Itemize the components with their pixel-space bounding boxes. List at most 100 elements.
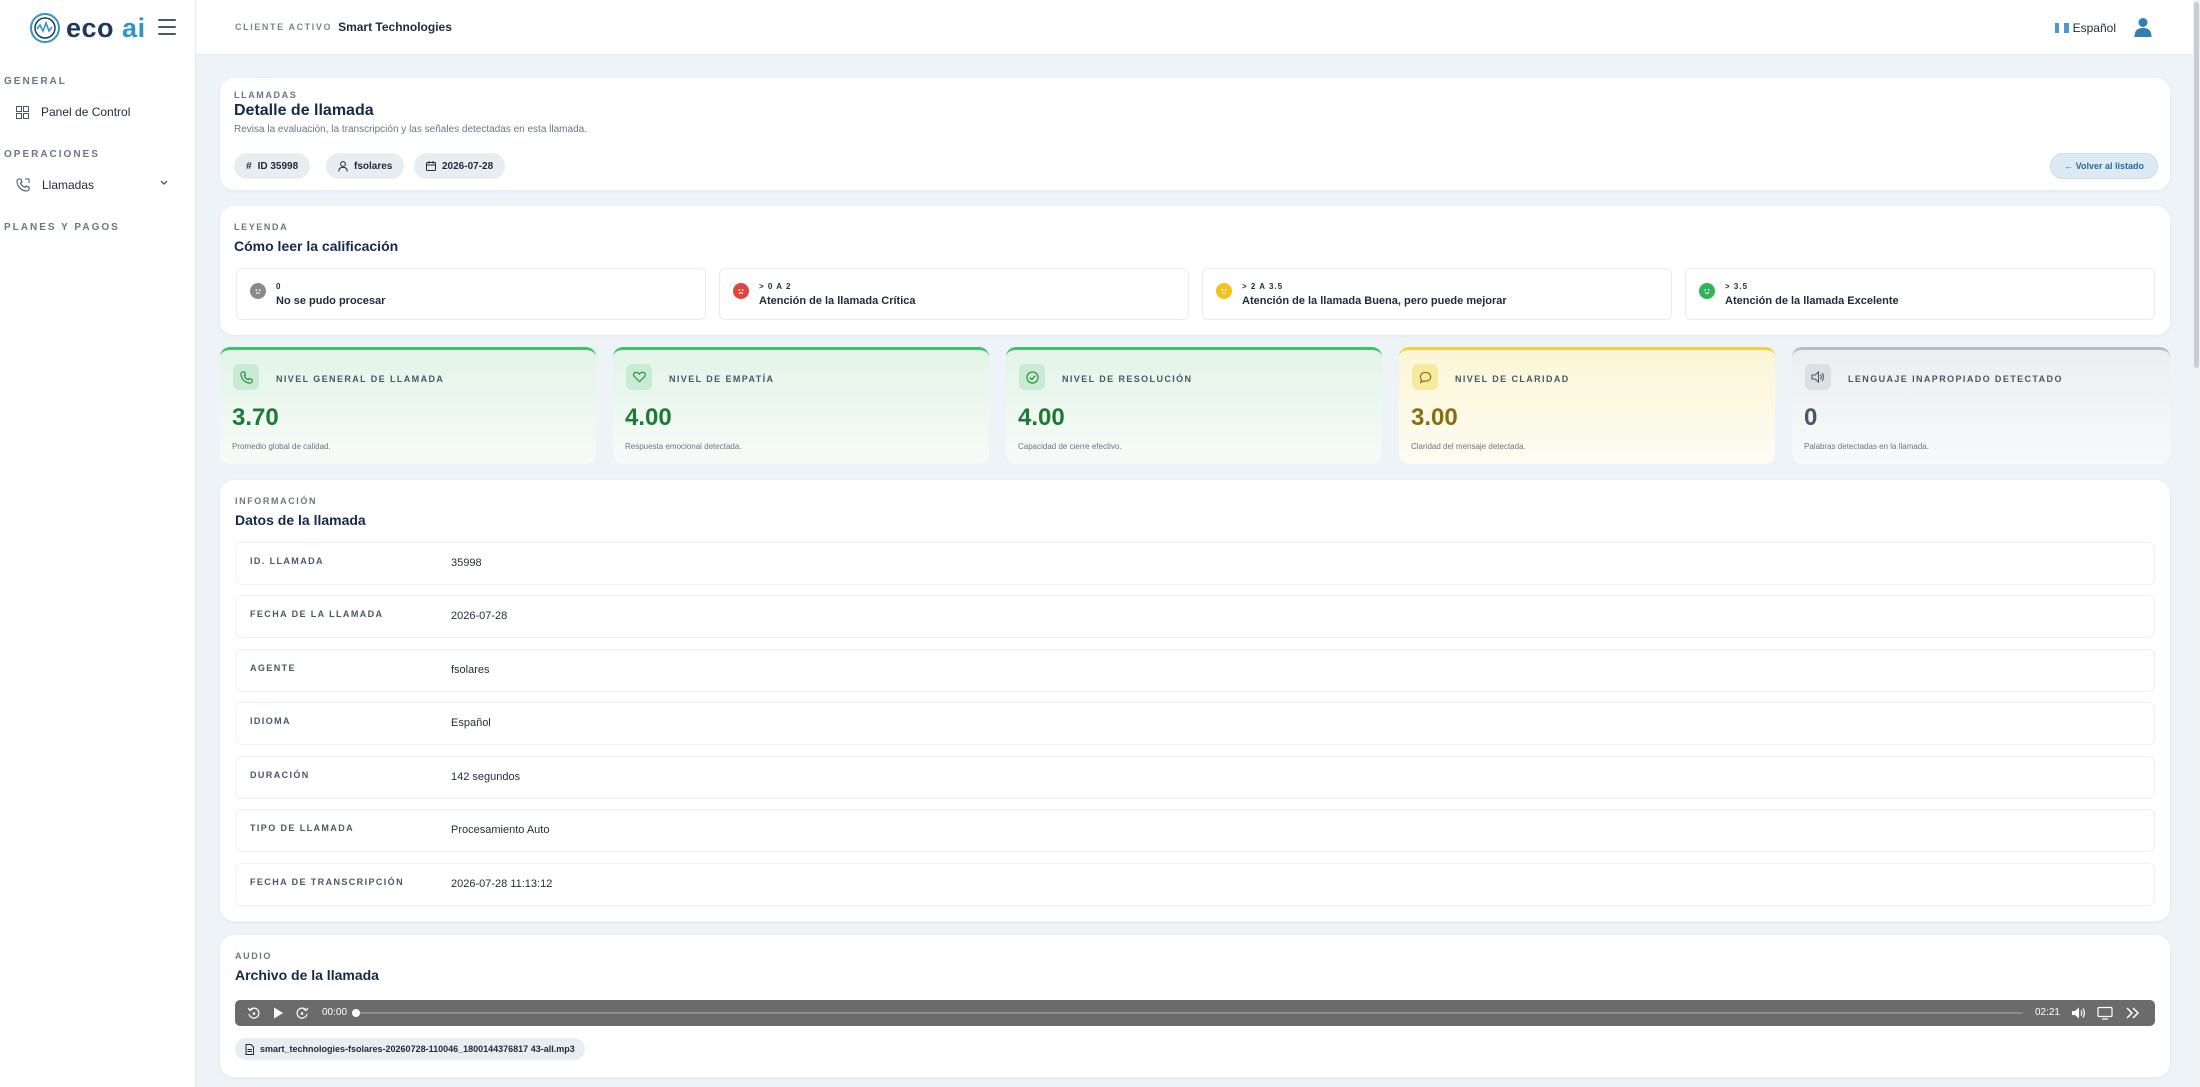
info-value: Procesamiento Auto — [451, 824, 550, 836]
file-icon — [245, 1043, 254, 1055]
legend-text: No se pudo procesar — [276, 295, 386, 307]
nav-section-general: GENERAL — [4, 76, 67, 87]
metric-label: NIVEL GENERAL DE LLAMADA — [276, 374, 445, 384]
info-row-duracion: DURACIÓN 142 segundos — [235, 756, 2155, 799]
call-info-card: INFORMACIÓN Datos de la llamada ID. LLAM… — [220, 480, 2170, 921]
metric-nivel-general: NIVEL GENERAL DE LLAMADA 3.70 Promedio g… — [220, 347, 596, 464]
metric-label: NIVEL DE RESOLUCIÓN — [1062, 374, 1193, 384]
info-value: 2026-07-28 — [451, 610, 508, 622]
info-key: FECHA DE TRANSCRIPCIÓN — [250, 877, 404, 887]
legend-title: Cómo leer la calificación — [234, 238, 399, 254]
legend-range: 0 — [276, 282, 282, 291]
nav-section-planes-y-pagos[interactable]: PLANES Y PAGOS — [0, 222, 120, 233]
agent-chip: fsolares — [326, 153, 405, 179]
metric-resolucion: NIVEL DE RESOLUCIÓN 4.00 Capacidad de ci… — [1006, 347, 1382, 464]
legend-eyebrow: LEYENDA — [234, 222, 289, 232]
info-eyebrow: INFORMACIÓN — [235, 496, 318, 506]
legend-item-critica: > 0 A 2 Atención de la llamada Crítica — [719, 268, 1189, 320]
info-key: DURACIÓN — [250, 770, 310, 780]
agent-chip-label: fsolares — [354, 160, 393, 172]
metric-value: 0 — [1804, 404, 1818, 431]
language-label: Español — [2072, 21, 2116, 35]
audio-eyebrow: AUDIO — [235, 951, 272, 961]
audio-progress-track[interactable] — [352, 1009, 2023, 1017]
metric-value: 3.00 — [1411, 404, 1458, 431]
metric-label: LENGUAJE INAPROPIADO DETECTADO — [1848, 374, 2063, 384]
chevron-down-icon[interactable] — [160, 180, 168, 186]
audio-progress-knob[interactable] — [352, 1009, 360, 1017]
info-value: Español — [451, 717, 491, 729]
audio-title: Archivo de la llamada — [235, 967, 379, 983]
cast-icon[interactable] — [2097, 1006, 2113, 1020]
date-chip: 2026-07-28 — [414, 153, 506, 179]
audio-player: 00:00 02:21 — [235, 1000, 2155, 1026]
user-icon[interactable] — [2134, 17, 2152, 37]
metric-value: 4.00 — [1018, 404, 1065, 431]
info-key: TIPO DE LLAMADA — [250, 823, 354, 833]
page-scrollbar[interactable] — [2193, 0, 2200, 1087]
forward-icon[interactable] — [295, 1006, 309, 1020]
client-label: CLIENTE ACTIVO — [235, 22, 333, 32]
sidebar: eco ai GENERAL Panel de Control OPERACIO… — [0, 0, 196, 1087]
language-selector[interactable]: Español — [2054, 21, 2116, 35]
grid-icon — [16, 105, 29, 119]
metric-lenguaje-inapropiado: LENGUAJE INAPROPIADO DETECTADO 0 Palabra… — [1792, 347, 2170, 464]
calendar-icon — [426, 161, 436, 171]
current-time: 00:00 — [322, 1007, 348, 1018]
page-subtitle: Revisa la evaluación, la transcripción y… — [234, 124, 587, 135]
info-value: 142 segundos — [451, 771, 521, 783]
nav-section-operaciones: OPERACIONES — [4, 149, 100, 160]
info-value: 2026-07-28 11:13:12 — [451, 878, 553, 890]
play-icon[interactable] — [272, 1006, 284, 1020]
more-options-icon[interactable] — [2125, 1006, 2141, 1020]
logo-row: eco ai — [0, 0, 195, 56]
user-outline-icon — [338, 160, 348, 172]
legend-item-excelente: > 3.5 Atención de la llamada Excelente — [1685, 268, 2155, 320]
page-title: Detalle de llamada — [234, 102, 374, 119]
phone-icon — [233, 364, 259, 390]
metric-empatia: NIVEL DE EMPATÍA 4.00 Respuesta emociona… — [613, 347, 989, 464]
hash-icon: # — [246, 160, 252, 172]
legend-item-buena: > 2 A 3.5 Atención de la llamada Buena, … — [1202, 268, 1672, 320]
legend-text: Atención de la llamada Excelente — [1725, 295, 1899, 307]
info-row-transcripcion: FECHA DE TRANSCRIPCIÓN 2026-07-28 11:13:… — [235, 863, 2155, 906]
metric-description: Promedio global de calidad. — [232, 442, 331, 451]
back-to-list-button[interactable]: ← Volver al listado — [2050, 153, 2158, 179]
sidebar-item-panel-de-control[interactable]: Panel de Control — [0, 100, 196, 124]
legend-item-no-procesado: 0 No se pudo procesar — [236, 268, 706, 320]
sidebar-item-llamadas[interactable]: Llamadas — [0, 173, 196, 197]
sidebar-item-label: Panel de Control — [41, 105, 131, 119]
volume-icon[interactable] — [2071, 1006, 2087, 1020]
scrollbar-thumb[interactable] — [2194, 2, 2199, 368]
legend-range: > 3.5 — [1725, 282, 1749, 291]
audio-file-name: smart_technologies-fsolares-20260728-110… — [260, 1044, 575, 1054]
header-eyebrow: LLAMADAS — [234, 90, 298, 100]
metric-description: Claridad del mensaje detectada. — [1411, 442, 1526, 451]
logo[interactable]: eco ai — [28, 11, 146, 45]
menu-toggle-icon[interactable] — [158, 19, 176, 35]
sad-face-icon — [733, 283, 749, 299]
info-key: FECHA DE LA LLAMADA — [250, 609, 384, 619]
meh-face-icon — [1216, 283, 1232, 299]
metric-description: Palabras detectadas en la llamada. — [1804, 442, 1929, 451]
info-row-tipo: TIPO DE LLAMADA Procesamiento Auto — [235, 809, 2155, 852]
legend-text: Atención de la llamada Buena, pero puede… — [1242, 295, 1507, 307]
metric-label: NIVEL DE CLARIDAD — [1455, 374, 1570, 384]
check-circle-icon — [1019, 364, 1045, 390]
info-title: Datos de la llamada — [235, 512, 366, 528]
logo-icon — [30, 13, 60, 43]
metric-description: Capacidad de cierre efectivo. — [1018, 442, 1122, 451]
info-value: fsolares — [451, 664, 490, 676]
info-value: 35998 — [451, 557, 482, 569]
message-icon — [1412, 364, 1438, 390]
rewind-icon[interactable] — [247, 1006, 261, 1020]
happy-face-icon — [1699, 283, 1715, 299]
call-id-chip-label: ID 35998 — [257, 160, 299, 172]
info-key: AGENTE — [250, 663, 296, 673]
legend-range: > 0 A 2 — [759, 282, 792, 291]
date-chip-label: 2026-07-28 — [442, 160, 494, 172]
topbar: CLIENTE ACTIVO Smart Technologies Españo… — [196, 0, 2200, 55]
info-row-id: ID. LLAMADA 35998 — [235, 542, 2155, 585]
audio-file-chip[interactable]: smart_technologies-fsolares-20260728-110… — [235, 1038, 585, 1060]
sidebar-item-label: Llamadas — [42, 178, 95, 192]
